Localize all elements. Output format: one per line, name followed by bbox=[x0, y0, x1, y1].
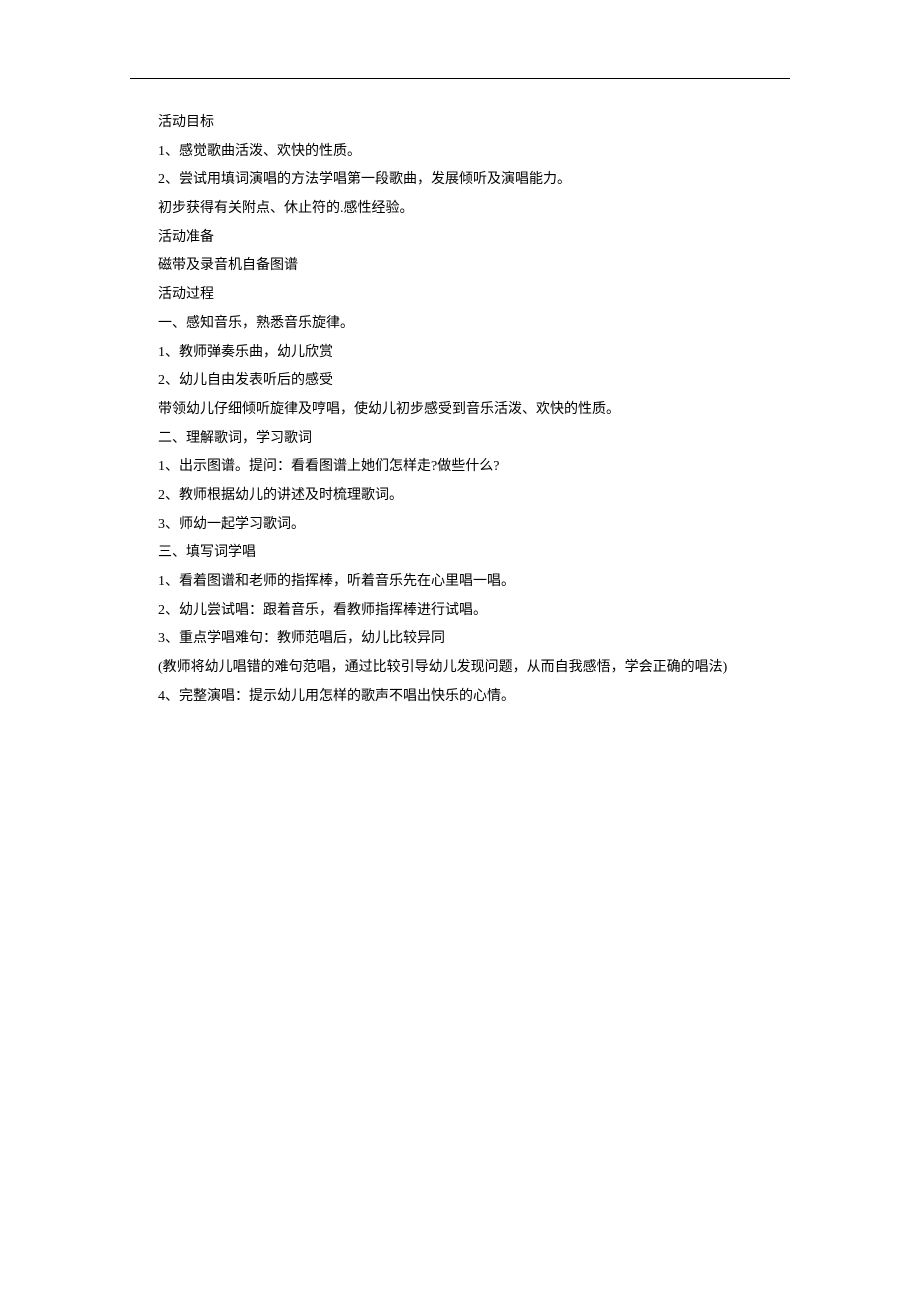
text-line: 1、感觉歌曲活泼、欢快的性质。 bbox=[158, 138, 790, 167]
text-line: 活动目标 bbox=[158, 109, 790, 138]
text-line: 2、教师根据幼儿的讲述及时梳理歌词。 bbox=[158, 482, 790, 511]
text-line: 带领幼儿仔细倾听旋律及哼唱，使幼儿初步感受到音乐活泼、欢快的性质。 bbox=[158, 396, 790, 425]
text-line: 3、重点学唱难句：教师范唱后，幼儿比较异同 bbox=[158, 625, 790, 654]
text-line: 磁带及录音机自备图谱 bbox=[158, 252, 790, 281]
text-line: 二、理解歌词，学习歌词 bbox=[158, 425, 790, 454]
text-line: 活动过程 bbox=[158, 281, 790, 310]
text-line: 2、幼儿尝试唱：跟着音乐，看教师指挥棒进行试唱。 bbox=[158, 597, 790, 626]
text-line: 3、师幼一起学习歌词。 bbox=[158, 511, 790, 540]
text-line: (教师将幼儿唱错的难句范唱，通过比较引导幼儿发现问题，从而自我感悟，学会正确的唱… bbox=[158, 654, 790, 683]
document-page: 活动目标 1、感觉歌曲活泼、欢快的性质。 2、尝试用填词演唱的方法学唱第一段歌曲… bbox=[0, 0, 920, 711]
text-line: 1、教师弹奏乐曲，幼儿欣赏 bbox=[158, 339, 790, 368]
text-line: 1、出示图谱。提问：看看图谱上她们怎样走?做些什么? bbox=[158, 453, 790, 482]
horizontal-rule bbox=[130, 78, 790, 79]
text-line: 2、尝试用填词演唱的方法学唱第一段歌曲，发展倾听及演唱能力。 bbox=[158, 166, 790, 195]
text-line: 一、感知音乐，熟悉音乐旋律。 bbox=[158, 310, 790, 339]
text-line: 三、填写词学唱 bbox=[158, 539, 790, 568]
text-line: 初步获得有关附点、休止符的.感性经验。 bbox=[158, 195, 790, 224]
text-line: 活动准备 bbox=[158, 224, 790, 253]
text-line: 1、看着图谱和老师的指挥棒，听着音乐先在心里唱一唱。 bbox=[158, 568, 790, 597]
text-line: 2、幼儿自由发表听后的感受 bbox=[158, 367, 790, 396]
document-content: 活动目标 1、感觉歌曲活泼、欢快的性质。 2、尝试用填词演唱的方法学唱第一段歌曲… bbox=[130, 109, 790, 711]
text-line: 4、完整演唱：提示幼儿用怎样的歌声不唱出快乐的心情。 bbox=[158, 683, 790, 712]
